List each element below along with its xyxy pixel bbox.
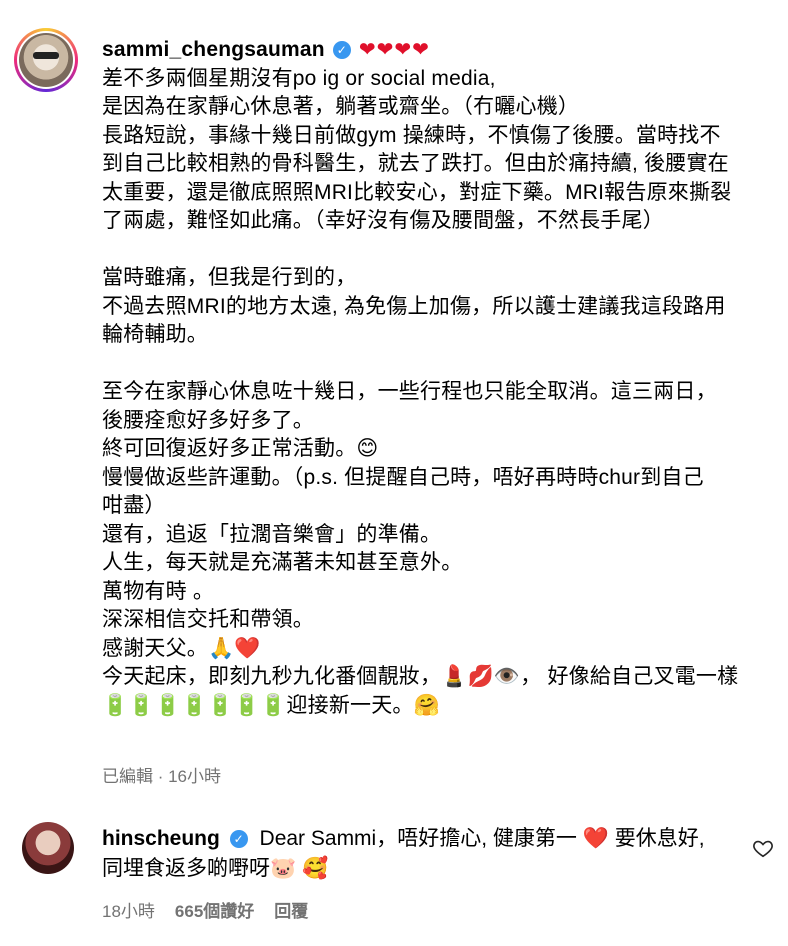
caption-line: 不過去照MRI的地方太遠, 為免傷上加傷，所以護士建議我這段路用: [102, 294, 726, 318]
comment-text-part2: 要休息好,: [614, 827, 705, 850]
caption-line: 萬物有時 。: [102, 579, 215, 603]
author-avatar-frame: [17, 31, 75, 89]
author-avatar-ring[interactable]: [14, 28, 78, 92]
caption-line: 今天起床，即刻九秒九化番個靚妝，💄💋👁️， 好像給自己叉電一樣: [102, 665, 739, 688]
comment-text-line2: 同埋食返多啲嘢呀🐷 🥰: [102, 857, 329, 880]
comment-meta: 18小時 665個讚好 回覆: [102, 897, 308, 922]
reply-button[interactable]: 回覆: [274, 897, 308, 922]
caption-line: 深深相信交托和帶領。: [102, 608, 314, 631]
caption-line: 了兩處，難怪如此痛。（幸好沒有傷及腰間盤，不然長手尾）: [102, 209, 664, 232]
caption-line: 是因為在家靜心休息著，躺著或齋坐。（冇曬心機）: [102, 95, 580, 118]
avatar-sunglasses: [33, 52, 59, 59]
comment-text-part1: Dear Sammi，唔好擔心, 健康第一: [259, 827, 577, 850]
caption-line: 後腰痊愈好多好多了。: [102, 408, 314, 432]
caption-line: 到自己比較相熟的骨科醫生，就去了跌打。但由於痛持續, 後腰實在: [102, 152, 729, 175]
author-avatar: [19, 33, 73, 87]
caption: sammi_chengsauman ✓ ❤❤❤❤ 差不多兩個星期沒有po ig …: [102, 36, 762, 720]
verified-badge-icon: ✓: [229, 830, 248, 848]
caption-line: 終可回復返好多正常活動。😊: [102, 437, 379, 460]
heart-outline-icon[interactable]: [752, 837, 774, 859]
commenter-username[interactable]: hinscheung: [102, 827, 220, 850]
comment-likes[interactable]: 665個讚好: [175, 897, 254, 922]
caption-line: 長路短說，事緣十幾日前做gym 操練時，不慎傷了後腰。當時找不: [102, 123, 721, 147]
hearts-emoji: ❤❤❤❤: [358, 39, 430, 61]
caption-line: 人生，每天就是充滿著未知甚至意外。: [102, 551, 463, 574]
commenter-avatar[interactable]: [22, 822, 74, 874]
caption-line: 至今在家靜心休息咗十幾日，一些行程也只能全取消。這三兩日，: [102, 380, 717, 403]
comment-heart-emoji: ❤️: [582, 827, 609, 850]
comment: hinscheung ✓ Dear Sammi，唔好擔心, 健康第一 ❤️ 要休…: [102, 824, 732, 884]
caption-header: sammi_chengsauman ✓ ❤❤❤❤: [102, 36, 762, 65]
caption-body: 差不多兩個星期沒有po ig or social media, 是因為在家靜心休息…: [102, 65, 762, 721]
author-username[interactable]: sammi_chengsauman: [102, 36, 325, 65]
caption-line: 感謝天父。🙏❤️: [102, 636, 261, 660]
comment-time: 18小時: [102, 902, 155, 921]
post-meta: 已編輯 · 16小時: [102, 767, 222, 786]
caption-line: 咁盡）: [102, 494, 166, 517]
caption-line: 慢慢做返些許運動。（p.s. 但提醒自己時，唔好再時時chur到自己: [102, 465, 704, 489]
caption-line: 🔋🔋🔋🔋🔋🔋🔋迎接新一天。🤗: [102, 693, 440, 717]
caption-line: 還有，追返「拉濶音樂會」的準備。: [102, 522, 442, 546]
verified-badge-icon: ✓: [332, 41, 351, 60]
caption-line: 當時雖痛，但我是行到的，: [102, 266, 357, 289]
caption-line: 差不多兩個星期沒有po ig or social media,: [102, 66, 496, 90]
caption-line: 輪椅輔助。: [102, 323, 208, 346]
caption-line: 太重要，還是徹底照照MRI比較安心，對症下藥。MRI報告原來撕裂: [102, 180, 732, 204]
